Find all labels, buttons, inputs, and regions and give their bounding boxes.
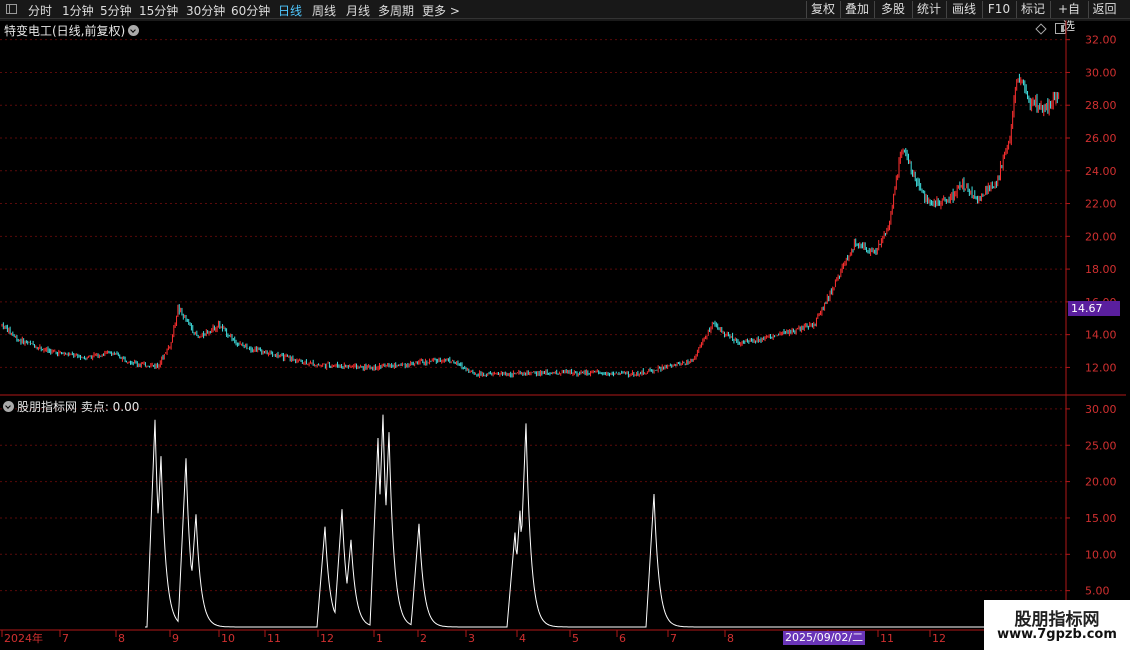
y-tick-label: 20.00: [1085, 476, 1117, 489]
watermark-url: www.7gpzb.com: [997, 627, 1117, 642]
x-tick-label: 11: [267, 632, 281, 645]
y-tick-label: 26.00: [1085, 132, 1117, 145]
y-tick-label: 12.00: [1085, 361, 1117, 374]
y-tick-label: 15.00: [1085, 512, 1117, 525]
x-tick-label: 2: [420, 632, 427, 645]
y-tick-label: 24.00: [1085, 165, 1117, 178]
x-tick-label: 2024年: [4, 631, 43, 645]
x-tick-label: 12: [320, 632, 334, 645]
y-tick-label: 5.00: [1085, 585, 1110, 598]
x-tick-label: 6: [619, 632, 626, 645]
x-tick-label: 12: [932, 632, 946, 645]
main-grid: [0, 39, 1066, 368]
y-tick-label: 30.00: [1085, 403, 1117, 416]
chevron-down-icon[interactable]: [3, 401, 14, 412]
x-tick-label: 1: [376, 632, 383, 645]
date-cursor-label: 2025/09/02/二: [783, 631, 866, 645]
side-info-column: [1121, 20, 1130, 650]
y-tick-label: 32.00: [1085, 34, 1117, 47]
x-tick-label: 7: [62, 632, 69, 645]
y-tick-label: 28.00: [1085, 99, 1117, 112]
x-tick-label: 10: [221, 632, 235, 645]
indicator-grid: [0, 408, 1066, 592]
watermark: 股朋指标网 www.7gpzb.com: [984, 600, 1130, 650]
x-tick-label: 5: [572, 632, 579, 645]
x-tick-label: 4: [519, 632, 526, 645]
x-tick-label: 7: [670, 632, 677, 645]
x-tick-label: 3: [468, 632, 475, 645]
y-tick-label: 10.00: [1085, 548, 1117, 561]
charts-canvas[interactable]: 32.00 30.00 28.00 26.00 24.00 22.00 20.00 18.00…: [0, 0, 1130, 650]
indicator-title: 股朋指标网 卖点: 0.00: [3, 398, 139, 415]
y-tick-label: 25.00: [1085, 439, 1117, 452]
indicator-label: 股朋指标网 卖点: 0.00: [17, 400, 140, 414]
y-tick-label: 22.00: [1085, 198, 1117, 211]
y-tick-label: 20.00: [1085, 230, 1117, 243]
x-tick-label: 11: [880, 632, 894, 645]
current-price-label: 14.67: [1068, 301, 1120, 316]
candlestick-series: [1, 73, 1060, 379]
sell-point-line: [145, 414, 1066, 628]
y-tick-label: 18.00: [1085, 263, 1117, 276]
x-tick-label: 9: [172, 632, 179, 645]
axes: 32.00 30.00 28.00 26.00 24.00 22.00 20.00 18.00…: [0, 19, 1130, 631]
y-tick-label: 14.00: [1085, 329, 1117, 342]
x-tick-label: 8: [118, 632, 125, 645]
y-tick-label: 30.00: [1085, 66, 1117, 79]
x-tick-label: 8: [727, 632, 734, 645]
